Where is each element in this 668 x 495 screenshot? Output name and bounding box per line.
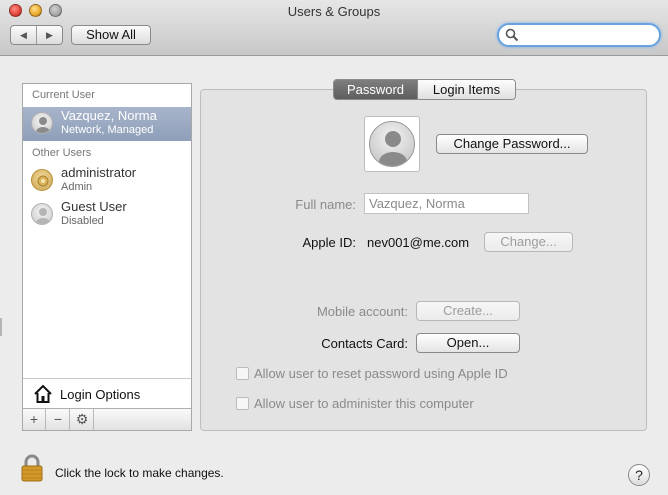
window-title: Users & Groups	[287, 4, 381, 19]
add-user-button[interactable]: +	[23, 409, 46, 430]
administer-checkbox[interactable]	[236, 396, 249, 410]
users-sidebar: Current User Vazquez, Norma Network, Man…	[22, 83, 192, 431]
mobile-account-label: Mobile account:	[316, 304, 408, 319]
users-groups-window: Users & Groups ◀ ▶ Show All Current User…	[0, 0, 668, 495]
apple-id-change-button[interactable]: Change...	[484, 232, 573, 252]
house-icon	[34, 384, 52, 403]
reset-password-option[interactable]: Allow user to reset password using Apple…	[236, 365, 508, 381]
apple-id-value: nev001@me.com	[367, 235, 470, 250]
search-field[interactable]	[497, 23, 661, 47]
user-row-administrator[interactable]: administrator Admin	[23, 164, 191, 198]
create-mobile-account-button[interactable]: Create...	[416, 301, 520, 321]
user-subtitle: Network, Managed	[61, 124, 154, 136]
user-name: Guest User	[61, 199, 127, 214]
help-button[interactable]: ?	[628, 464, 650, 486]
full-name-field[interactable]: Vazquez, Norma	[364, 193, 529, 214]
user-subtitle: Admin	[61, 181, 93, 193]
back-button[interactable]: ◀	[11, 26, 36, 44]
search-input[interactable]	[523, 28, 653, 42]
full-name-label: Full name:	[295, 197, 356, 212]
open-contacts-card-button[interactable]: Open...	[416, 333, 520, 353]
reset-password-checkbox[interactable]	[236, 366, 249, 380]
gear-icon[interactable]: ⚙	[71, 409, 94, 430]
tab-bar: Password Login Items	[333, 79, 516, 100]
search-icon	[505, 28, 519, 42]
user-avatar-icon	[31, 112, 53, 134]
change-password-button[interactable]: Change Password...	[436, 134, 588, 154]
other-users-header: Other Users	[32, 147, 92, 159]
show-all-button[interactable]: Show All	[71, 25, 151, 45]
guest-avatar-icon	[31, 203, 53, 225]
user-subtitle: Disabled	[61, 215, 104, 227]
user-name: Vazquez, Norma	[61, 108, 157, 123]
user-row-guest[interactable]: Guest User Disabled	[23, 198, 191, 232]
login-options-label: Login Options	[60, 387, 141, 402]
apple-id-label: Apple ID:	[302, 235, 356, 250]
current-user-header: Current User	[32, 89, 95, 101]
remove-user-button[interactable]: −	[47, 409, 70, 430]
tab-password[interactable]: Password	[334, 80, 417, 99]
lock-message: Click the lock to make changes.	[55, 466, 224, 480]
login-options-item[interactable]: Login Options	[23, 378, 191, 408]
forward-button[interactable]: ▶	[36, 26, 62, 44]
contacts-card-label: Contacts Card:	[321, 336, 408, 351]
tab-login-items[interactable]: Login Items	[417, 80, 515, 99]
administer-label: Allow user to administer this computer	[254, 395, 474, 411]
administer-option[interactable]: Allow user to administer this computer	[236, 395, 474, 411]
admin-avatar-icon	[31, 169, 53, 191]
reset-password-label: Allow user to reset password using Apple…	[254, 365, 508, 381]
window-edge-divider	[0, 318, 2, 336]
back-forward-group: ◀ ▶	[10, 25, 63, 45]
user-name: administrator	[61, 165, 137, 180]
user-picture-icon	[369, 121, 415, 167]
title-toolbar: Users & Groups ◀ ▶ Show All	[0, 0, 668, 56]
sidebar-toolbar: + − ⚙	[23, 408, 191, 430]
user-picture-well[interactable]	[364, 116, 420, 172]
user-row-current[interactable]: Vazquez, Norma Network, Managed	[23, 107, 191, 141]
lock-icon[interactable]	[21, 454, 43, 482]
